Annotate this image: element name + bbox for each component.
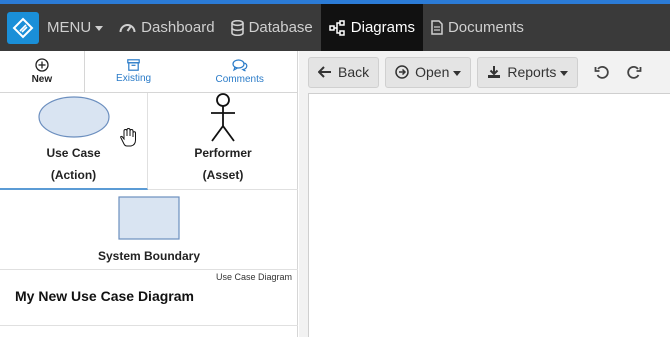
comments-icon (232, 58, 248, 72)
diagram-name: My New Use Case Diagram (15, 288, 194, 304)
shape-system-boundary[interactable]: System Boundary (0, 192, 298, 270)
boundary-rect-icon (118, 196, 180, 240)
shape-label-line2: (Action) (50, 168, 97, 182)
diagram-item[interactable]: Use Case Diagram My New Use Case Diagram (0, 270, 298, 326)
nav-item-label: Diagrams (350, 19, 415, 36)
tab-label: New (31, 74, 53, 85)
nav-item-label: Dashboard (141, 19, 215, 36)
tab-comments[interactable]: Comments (182, 51, 297, 92)
plus-circle-icon (35, 58, 49, 72)
redo-button[interactable] (620, 57, 648, 88)
shape-label-line1: Performer (194, 146, 252, 160)
diagram-toolbar: Back Open Reports (299, 51, 670, 93)
open-button[interactable]: Open (385, 56, 472, 88)
app-logo[interactable] (7, 11, 39, 44)
use-case-ellipse-icon (37, 96, 110, 138)
download-icon (488, 66, 501, 78)
redo-icon (627, 66, 642, 79)
left-tabs: New Existing Comments (0, 51, 297, 93)
undo-icon (595, 66, 610, 79)
chevron-down-icon (560, 70, 569, 76)
back-label: Back (338, 64, 370, 80)
shape-palette: Use Case (Action) Performer (Asset) Syst… (0, 93, 298, 270)
nav-item-diagrams[interactable]: Diagrams (320, 4, 423, 51)
hand-cursor-icon (120, 127, 136, 147)
logo-icon (12, 17, 34, 38)
shape-label-line2: (Asset) (202, 168, 244, 182)
tab-existing[interactable]: Existing (85, 51, 183, 92)
open-label: Open (415, 64, 450, 80)
nav-item-label: Database (248, 19, 313, 36)
tab-label: Existing (116, 73, 152, 84)
diagram-type-label: Use Case Diagram (215, 272, 292, 282)
nav-item-dashboard[interactable]: Dashboard (111, 4, 222, 51)
shape-use-case[interactable]: Use Case (Action) (0, 93, 148, 190)
nav-item-documents[interactable]: Documents (423, 4, 532, 51)
arrow-left-icon (318, 66, 331, 78)
chevron-down-icon (453, 70, 462, 76)
tab-label: Comments (215, 73, 264, 85)
diagram-workspace: Back Open Reports (299, 51, 670, 337)
database-icon (230, 19, 244, 36)
nav-item-database[interactable]: Database (223, 4, 321, 51)
menu-button[interactable]: MENU (45, 4, 111, 51)
shape-label: System Boundary (97, 249, 201, 263)
stick-figure-icon (211, 93, 235, 142)
back-button[interactable]: Back (308, 56, 380, 88)
circle-arrow-right-icon (395, 65, 409, 79)
top-navbar: MENU Dashboard Database Diagrams Documen… (0, 4, 670, 51)
undo-button[interactable] (588, 57, 616, 88)
shape-label-line1: Use Case (46, 146, 101, 160)
shape-performer[interactable]: Performer (Asset) (148, 93, 298, 190)
reports-button[interactable]: Reports (477, 56, 579, 88)
dashboard-icon (119, 24, 136, 33)
nav-item-label: Documents (447, 19, 524, 36)
diagram-canvas[interactable] (308, 93, 670, 337)
diagrams-icon (329, 19, 345, 36)
archive-icon (127, 59, 140, 71)
menu-label: MENU (47, 19, 92, 36)
tab-new[interactable]: New (0, 51, 85, 92)
chevron-down-icon (95, 26, 104, 31)
document-icon (431, 20, 443, 35)
reports-label: Reports (507, 64, 557, 80)
left-panel: New Existing Comments Use Case (Action) … (0, 51, 298, 337)
